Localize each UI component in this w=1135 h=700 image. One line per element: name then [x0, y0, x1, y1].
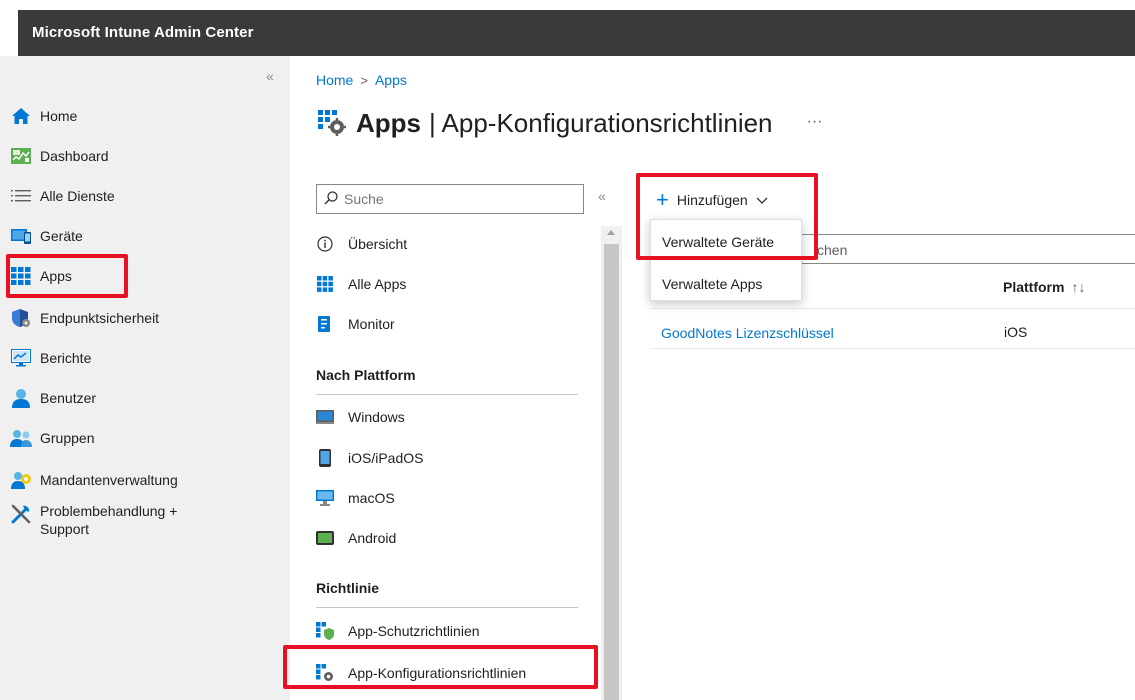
phone-icon [316, 449, 334, 467]
dashboard-icon [10, 146, 32, 166]
section-divider [316, 607, 578, 608]
dropdown-option-verwaltete-geraete[interactable]: Verwaltete Geräte [651, 222, 801, 262]
section-divider [316, 394, 578, 395]
subnav-item-monitor[interactable]: Monitor [316, 306, 578, 342]
scroll-up-icon[interactable] [607, 230, 615, 235]
collapse-subnav-icon[interactable]: « [598, 188, 606, 204]
nav-label-endpunktsicherheit: Endpunktsicherheit [40, 310, 160, 326]
subnav-item-app-schutzrichtlinien[interactable]: App-Schutzrichtlinien [316, 613, 578, 649]
subnav-label-monitor: Monitor [348, 316, 395, 332]
table-cell-platform: iOS [1004, 324, 1028, 340]
android-device-icon [316, 529, 334, 547]
app-title[interactable]: Microsoft Intune Admin Center [32, 24, 254, 41]
table-cell-name[interactable]: GoodNotes Lizenzschlüssel [661, 325, 834, 341]
more-options-icon[interactable]: ··· [807, 113, 823, 131]
nav-item-apps[interactable]: Apps [10, 258, 280, 294]
subnav-label-windows: Windows [348, 409, 405, 425]
devices-icon [10, 226, 32, 246]
subnav-item-app-konfigurationsrichtlinien[interactable]: App-Konfigurationsrichtlinien [316, 655, 578, 691]
app-config-icon [316, 664, 334, 682]
nav-item-gruppen[interactable]: Gruppen [10, 420, 280, 456]
page-title-apps: Apps [356, 108, 421, 138]
search-input[interactable] [344, 191, 574, 207]
left-nav: « Home Dashboard Alle Dienste Geräte App… [0, 56, 290, 700]
table-header-divider [650, 308, 1135, 309]
subnav-item-macos[interactable]: macOS [316, 480, 578, 516]
monitor-icon [316, 315, 334, 333]
subnav-item-windows[interactable]: Windows [316, 399, 578, 435]
page-title: Apps | App-Konfigurationsrichtlinien ··· [318, 108, 823, 139]
subnav-item-android[interactable]: Android [316, 520, 578, 556]
nav-item-endpunktsicherheit[interactable]: Endpunktsicherheit [10, 300, 280, 336]
nav-label-dashboard: Dashboard [40, 148, 109, 164]
tenant-icon [10, 470, 32, 490]
list-icon [10, 186, 32, 206]
breadcrumb-home[interactable]: Home [316, 72, 353, 88]
nav-item-benutzer[interactable]: Benutzer [10, 380, 280, 416]
search-icon [324, 190, 338, 208]
user-icon [10, 388, 32, 408]
nav-item-home[interactable]: Home [10, 98, 280, 134]
breadcrumb-apps[interactable]: Apps [375, 72, 407, 88]
section-richtlinie: Richtlinie [316, 580, 380, 596]
nav-label-problembehandlung: Problembehandlung + Support [40, 503, 178, 537]
page-title-section: | App-Konfigurationsrichtlinien [429, 108, 773, 138]
subnav-label-app-schutzrichtlinien: App-Schutzrichtlinien [348, 623, 480, 639]
nav-label-berichte: Berichte [40, 350, 92, 366]
apps-grid-icon [316, 275, 334, 293]
subnav-item-uebersicht[interactable]: Übersicht [316, 226, 578, 262]
nav-label-mandantenverwaltung: Mandantenverwaltung [40, 472, 178, 488]
subnav-label-macos: macOS [348, 490, 395, 506]
column-header-label: Plattform [1003, 279, 1065, 295]
subnav-label-uebersicht: Übersicht [348, 236, 408, 252]
section-nach-plattform: Nach Plattform [316, 367, 416, 383]
table-row-divider [650, 348, 1135, 349]
collapse-nav-icon[interactable]: « [266, 68, 274, 84]
add-dropdown-menu: Verwaltete Geräte Verwaltete Apps [650, 219, 802, 301]
nav-label-gruppen: Gruppen [40, 430, 95, 446]
sort-icon[interactable]: ↑↓ [1071, 279, 1085, 295]
groups-icon [10, 428, 32, 448]
subnav-scrollbar[interactable] [601, 226, 622, 700]
nav-item-mandantenverwaltung[interactable]: Mandantenverwaltung [10, 462, 280, 498]
app-protection-icon [316, 622, 334, 640]
info-icon [316, 235, 334, 253]
windows-device-icon [316, 408, 334, 426]
subnav-label-ios: iOS/iPadOS [348, 450, 424, 466]
plus-icon: + [656, 187, 669, 212]
nav-item-problembehandlung[interactable]: Problembehandlung + Support [10, 502, 280, 552]
dropdown-option-verwaltete-apps[interactable]: Verwaltete Apps [651, 264, 801, 304]
home-icon [10, 106, 32, 126]
nav-item-alle-dienste[interactable]: Alle Dienste [10, 178, 280, 214]
nav-item-berichte[interactable]: Berichte [10, 340, 280, 376]
subnav-item-alle-apps[interactable]: Alle Apps [316, 266, 578, 302]
nav-item-geraete[interactable]: Geräte [10, 218, 280, 254]
column-header-plattform[interactable]: Plattform ↑↓ [1003, 279, 1085, 295]
subnav-label-android: Android [348, 530, 397, 546]
breadcrumb-separator: > [360, 72, 368, 88]
desktop-icon [316, 489, 334, 507]
shield-icon [10, 308, 32, 328]
subnav-search[interactable] [316, 184, 584, 214]
scrollbar-thumb[interactable] [604, 244, 619, 700]
subnav-label-app-konfigurationsrichtlinien: App-Konfigurationsrichtlinien [348, 665, 527, 681]
nav-label-benutzer: Benutzer [40, 390, 97, 406]
reports-icon [10, 348, 32, 368]
subnav-label-alle-apps: Alle Apps [348, 276, 407, 292]
nav-label-geraete: Geräte [40, 228, 83, 244]
apps-grid-icon [10, 266, 32, 286]
top-bar: Microsoft Intune Admin Center [18, 10, 1135, 56]
nav-label-alle-dienste: Alle Dienste [40, 188, 115, 204]
nav-item-dashboard[interactable]: Dashboard [10, 138, 280, 174]
breadcrumb: Home > Apps [316, 72, 407, 88]
subnav-item-ios[interactable]: iOS/iPadOS [316, 440, 578, 476]
add-button[interactable]: + Hinzufügen [656, 186, 768, 214]
chevron-down-icon [756, 192, 768, 208]
filter-placeholder-visible: chen [817, 242, 848, 258]
nav-label-apps: Apps [40, 268, 72, 284]
add-button-label: Hinzufügen [676, 192, 748, 208]
tools-icon [10, 504, 32, 524]
nav-label-home: Home [40, 108, 78, 124]
app-config-icon [318, 108, 346, 139]
